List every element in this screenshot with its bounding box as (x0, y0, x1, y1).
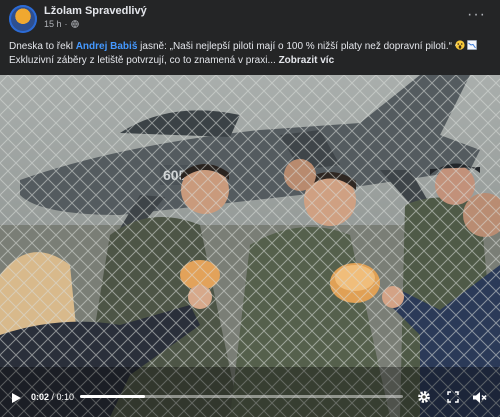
video-time: 0:02 / 0:10 (31, 392, 74, 402)
post-caption: Dneska to řekl Andrej Babiš jasně: „Naši… (9, 40, 494, 68)
video-player[interactable]: 6054 (0, 75, 500, 417)
play-icon[interactable] (10, 392, 22, 404)
fullscreen-icon[interactable] (447, 391, 459, 403)
post-header: Lžolam Spravedlivý 15 h · ··· (0, 0, 500, 38)
caption-text-start: Dneska to řekl (9, 41, 76, 52)
meta-separator: · (64, 19, 68, 29)
volume-muted-icon[interactable] (472, 391, 487, 404)
time-separator: / (49, 392, 57, 402)
video-frame: 6054 (0, 75, 500, 417)
progress-bar[interactable] (80, 395, 403, 398)
scream-emoji-icon (454, 40, 465, 50)
video-duration: 0:10 (56, 392, 75, 402)
chart-emoji-icon (466, 40, 477, 50)
author-avatar[interactable] (9, 5, 37, 33)
post-meta: 15 h · (44, 19, 79, 29)
more-options-icon[interactable]: ··· (467, 7, 486, 23)
globe-icon (70, 20, 79, 28)
caption-text-line2: Exkluzivní záběry z letiště potvrzují, c… (9, 55, 279, 66)
current-time: 0:02 (31, 392, 50, 402)
facebook-post: Lžolam Spravedlivý 15 h · ··· Dneska to … (0, 0, 500, 417)
progress-fill (80, 395, 145, 398)
post-time[interactable]: 15 h (44, 19, 62, 29)
caption-text-quote: jasně: „Naši nejlepší piloti mají o 100 … (137, 41, 455, 52)
settings-icon[interactable] (417, 390, 431, 404)
mention-link[interactable]: Andrej Babiš (76, 41, 138, 52)
author-name[interactable]: Lžolam Spravedlivý (44, 5, 147, 17)
see-more-link[interactable]: Zobrazit víc (279, 55, 335, 66)
video-controls: 0:02 / 0:10 (0, 383, 500, 417)
